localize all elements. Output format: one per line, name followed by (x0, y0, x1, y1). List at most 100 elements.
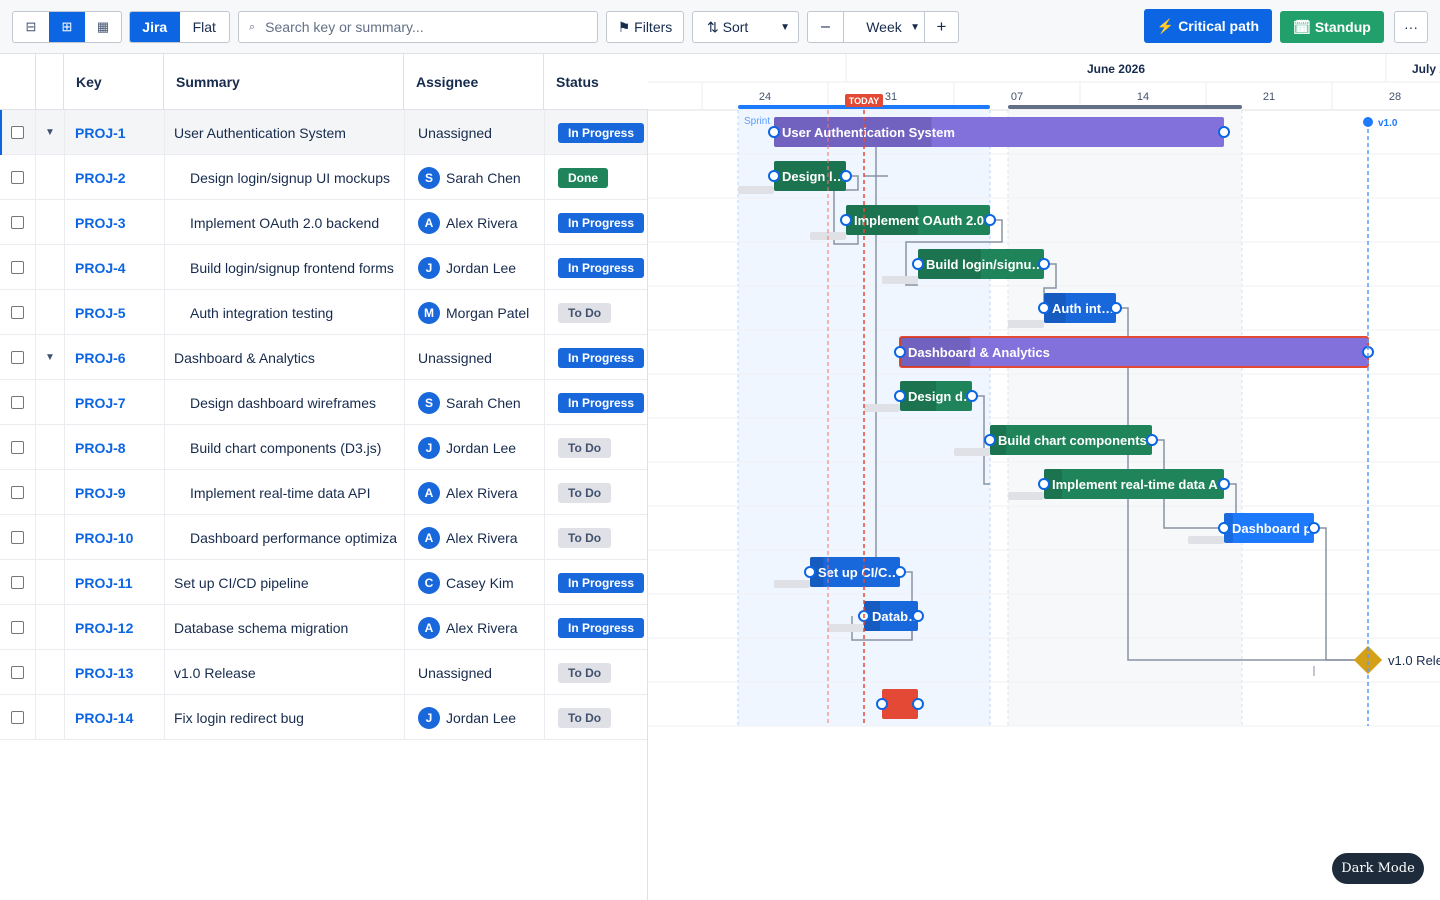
row-checkbox[interactable] (11, 396, 24, 409)
assignee-cell[interactable]: A Alex Rivera (405, 470, 545, 515)
row-checkbox[interactable] (11, 531, 24, 544)
assignee-cell[interactable]: A Alex Rivera (405, 515, 545, 560)
mode-jira-tab[interactable]: Jira (130, 12, 180, 42)
issue-summary[interactable]: Auth integration testing (165, 290, 405, 335)
issue-summary[interactable]: Implement real-time data API (165, 470, 405, 515)
issue-summary[interactable]: Set up CI/CD pipeline (165, 560, 405, 605)
issue-key-link[interactable]: PROJ-1 (65, 110, 165, 155)
table-row[interactable]: PROJ-10 Dashboard performance optimiza A Al… (0, 515, 647, 560)
drag-handle-start[interactable] (768, 126, 780, 138)
drag-handle-end[interactable] (1218, 478, 1230, 490)
issue-summary[interactable]: Database schema migration (165, 605, 405, 650)
table-row[interactable]: PROJ-13 v1.0 Release Unassigned To Do (0, 650, 647, 695)
table-row[interactable]: PROJ-14 Fix login redirect bug J Jordan Lee… (0, 695, 647, 740)
status-cell[interactable]: In Progress (545, 335, 647, 380)
issue-key-link[interactable]: PROJ-7 (65, 380, 165, 425)
status-cell[interactable]: To Do (545, 425, 647, 470)
table-view-icon[interactable]: ▦ (85, 12, 121, 42)
drag-handle-start[interactable] (894, 346, 906, 358)
table-row[interactable]: PROJ-12 Database schema migration A Alex Ri… (0, 605, 647, 650)
issue-key-link[interactable]: PROJ-2 (65, 155, 165, 200)
row-checkbox[interactable] (11, 216, 24, 229)
issue-summary[interactable]: Dashboard performance optimiza (165, 515, 405, 560)
row-checkbox[interactable] (11, 171, 24, 184)
sort-select[interactable]: ⇅ Sort ▼ (692, 11, 799, 43)
search-input[interactable]: Search key or summary... (265, 19, 423, 35)
search-box[interactable]: ⌕ Search key or summary... (238, 11, 598, 43)
zoom-in-button[interactable]: + (924, 12, 958, 42)
drag-handle-end[interactable] (966, 390, 978, 402)
assignee-cell[interactable]: S Sarah Chen (405, 155, 545, 200)
assignee-cell[interactable]: J Jordan Lee (405, 245, 545, 290)
drag-handle-end[interactable] (840, 170, 852, 182)
drag-handle-end[interactable] (1038, 258, 1050, 270)
issue-summary[interactable]: Build login/signup frontend forms (165, 245, 405, 290)
table-row[interactable]: PROJ-5 Auth integration testing M Morgan Pa… (0, 290, 647, 335)
table-row[interactable]: PROJ-7 Design dashboard wireframes S Sarah … (0, 380, 647, 425)
status-cell[interactable]: To Do (545, 470, 647, 515)
issue-key-link[interactable]: PROJ-5 (65, 290, 165, 335)
list-view-icon[interactable]: ⊟ (13, 12, 49, 42)
drag-handle-start[interactable] (1038, 478, 1050, 490)
standup-button[interactable]: 🗓 Standup (1280, 11, 1384, 43)
mode-flat-tab[interactable]: Flat (180, 12, 230, 42)
status-cell[interactable]: In Progress (545, 380, 647, 425)
status-cell[interactable]: To Do (545, 515, 647, 560)
issue-summary[interactable]: Build chart components (D3.js) (165, 425, 405, 470)
expand-toggle-icon[interactable]: ▼ (36, 335, 65, 380)
row-checkbox[interactable] (11, 666, 24, 679)
issue-summary[interactable]: Design dashboard wireframes (165, 380, 405, 425)
row-checkbox[interactable] (11, 306, 24, 319)
expand-toggle-icon[interactable]: ▼ (36, 110, 65, 155)
status-cell[interactable]: In Progress (545, 110, 647, 155)
issue-key-link[interactable]: PROJ-3 (65, 200, 165, 245)
table-row[interactable]: ▼ PROJ-1 User Authentication System Unassig… (0, 110, 647, 155)
row-checkbox[interactable] (11, 441, 24, 454)
issue-key-link[interactable]: PROJ-4 (65, 245, 165, 290)
header-summary[interactable]: Summary (164, 54, 404, 110)
assignee-cell[interactable]: Unassigned (405, 335, 545, 380)
drag-handle-start[interactable] (876, 698, 888, 710)
drag-handle-start[interactable] (840, 214, 852, 226)
drag-handle-start[interactable] (1038, 302, 1050, 314)
issue-summary[interactable]: Dashboard & Analytics (165, 335, 405, 380)
table-row[interactable]: PROJ-3 Implement OAuth 2.0 backend A Alex R… (0, 200, 647, 245)
drag-handle-start[interactable] (984, 434, 996, 446)
issue-key-link[interactable]: PROJ-9 (65, 470, 165, 515)
row-checkbox[interactable] (11, 621, 24, 634)
drag-handle-end[interactable] (1218, 126, 1230, 138)
status-cell[interactable]: In Progress (545, 200, 647, 245)
drag-handle-end[interactable] (1308, 522, 1320, 534)
issue-key-link[interactable]: PROJ-12 (65, 605, 165, 650)
issue-summary[interactable]: Fix login redirect bug (165, 695, 405, 740)
status-cell[interactable]: In Progress (545, 605, 647, 650)
drag-handle-start[interactable] (804, 566, 816, 578)
status-cell[interactable]: To Do (545, 695, 647, 740)
status-cell[interactable]: To Do (545, 290, 647, 335)
drag-handle-end[interactable] (984, 214, 996, 226)
issue-key-link[interactable]: PROJ-10 (65, 515, 165, 560)
header-status[interactable]: Status (544, 54, 648, 110)
row-checkbox[interactable] (11, 711, 24, 724)
zoom-out-button[interactable]: – (808, 12, 844, 42)
dark-mode-button[interactable]: Dark Mode (1332, 853, 1424, 884)
table-row[interactable]: PROJ-9 Implement real-time data API A Alex … (0, 470, 647, 515)
assignee-cell[interactable]: S Sarah Chen (405, 380, 545, 425)
assignee-cell[interactable]: M Morgan Patel (405, 290, 545, 335)
assignee-cell[interactable]: J Jordan Lee (405, 695, 545, 740)
filters-button[interactable]: ⚑ Filters (606, 11, 684, 43)
assignee-cell[interactable]: A Alex Rivera (405, 605, 545, 650)
issue-summary[interactable]: v1.0 Release (165, 650, 405, 695)
drag-handle-start[interactable] (912, 258, 924, 270)
status-cell[interactable]: To Do (545, 650, 647, 695)
more-button[interactable]: ··· (1394, 11, 1428, 43)
header-assignee[interactable]: Assignee (404, 54, 544, 110)
issue-key-link[interactable]: PROJ-14 (65, 695, 165, 740)
row-checkbox[interactable] (11, 126, 24, 139)
issue-key-link[interactable]: PROJ-11 (65, 560, 165, 605)
status-cell[interactable]: In Progress (545, 245, 647, 290)
drag-handle-end[interactable] (1110, 302, 1122, 314)
drag-handle-end[interactable] (1146, 434, 1158, 446)
issue-summary[interactable]: User Authentication System (165, 110, 405, 155)
status-cell[interactable]: In Progress (545, 560, 647, 605)
